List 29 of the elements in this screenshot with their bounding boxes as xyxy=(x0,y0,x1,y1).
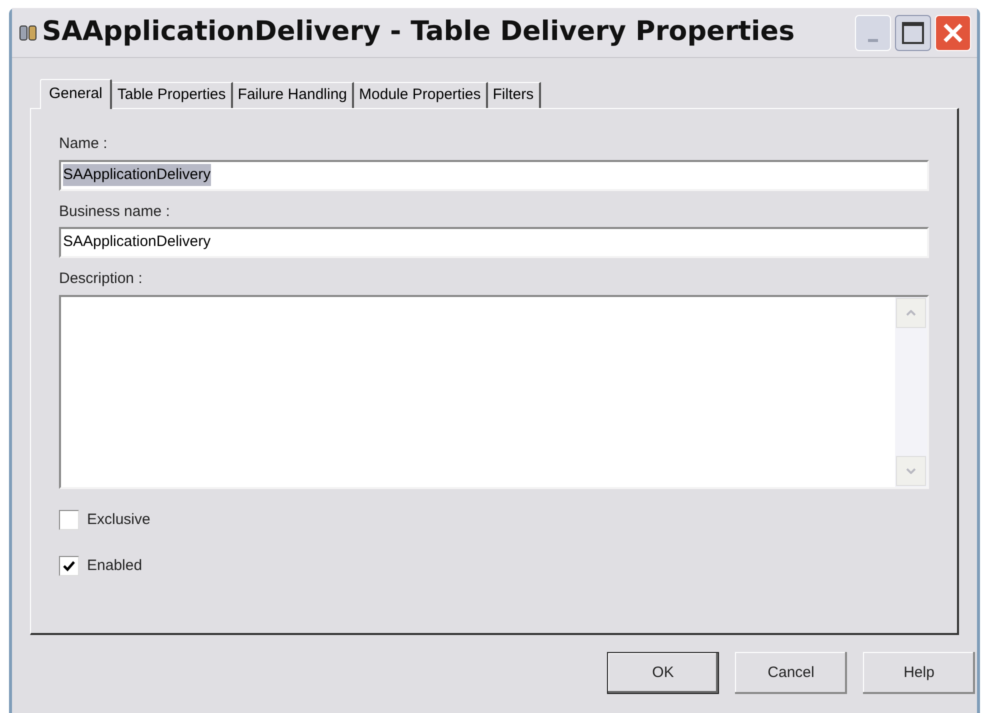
checkbox-label: Enabled xyxy=(87,556,142,576)
field-label: Description : xyxy=(59,269,144,289)
maximize-icon xyxy=(902,22,924,44)
dialog-button[interactable]: OK xyxy=(607,652,719,694)
tab[interactable]: Table Properties xyxy=(112,82,233,108)
checkbox[interactable] xyxy=(59,556,79,576)
dialog-button[interactable]: Help xyxy=(863,652,975,694)
field-label: Business name : xyxy=(59,202,171,222)
tab[interactable]: Module Properties xyxy=(354,82,488,108)
tab[interactable]: Filters xyxy=(488,82,541,108)
window-title: SAApplicationDelivery - Table Delivery Properties xyxy=(42,15,796,50)
maximize-button[interactable] xyxy=(895,14,931,50)
database-icon xyxy=(18,22,38,42)
field-label: Name : xyxy=(59,134,108,154)
scroll-up-button[interactable] xyxy=(896,298,926,328)
scrollbar[interactable] xyxy=(895,296,927,486)
close-icon xyxy=(942,22,964,44)
description-field[interactable] xyxy=(59,294,929,488)
text-field[interactable]: SAApplicationDelivery xyxy=(59,227,929,258)
checkbox[interactable] xyxy=(59,510,79,530)
tab[interactable]: General xyxy=(40,79,112,109)
checkbox-label: Exclusive xyxy=(87,510,150,530)
dialog-button[interactable]: Cancel xyxy=(735,652,847,694)
check-icon xyxy=(63,560,75,572)
scroll-down-button[interactable] xyxy=(896,456,926,486)
close-button[interactable] xyxy=(935,14,971,50)
text-field[interactable]: SAApplicationDelivery xyxy=(59,160,929,190)
minimize-icon xyxy=(868,38,878,42)
tab[interactable]: Failure Handling xyxy=(232,82,354,108)
